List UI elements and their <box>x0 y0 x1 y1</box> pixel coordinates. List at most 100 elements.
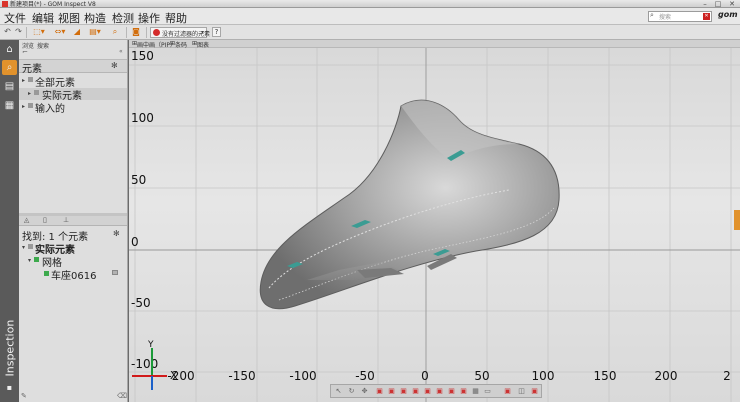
y-tick-label: -100 <box>131 357 158 371</box>
trash-icon[interactable]: ⌫ <box>117 392 127 400</box>
table-icon[interactable]: ▯ <box>43 216 47 224</box>
render-icon[interactable]: ▣ <box>503 387 512 396</box>
x-tick-label: 2 <box>723 369 731 383</box>
search-icon[interactable]: ⌕ <box>2 60 17 75</box>
settings-icon[interactable]: ▪ <box>2 380 17 395</box>
x-tick-label: -150 <box>228 369 255 383</box>
explorer-header: 元素 ✻ <box>19 60 127 75</box>
tab-pip[interactable]: ⊞ 画中画（PIP） <box>132 40 176 49</box>
chevron-down-icon[interactable]: ▾ <box>22 244 25 251</box>
y-tick-label: 150 <box>131 49 154 63</box>
gear-icon[interactable]: ✻ <box>111 61 118 70</box>
maximize-button[interactable]: □ <box>713 0 723 8</box>
gear-icon[interactable]: ✻ <box>113 229 120 238</box>
chevron-down-icon: ▾ <box>200 29 204 36</box>
chevron-right-icon[interactable]: ▸ <box>22 103 25 110</box>
view-top-icon[interactable]: ▣ <box>423 387 432 396</box>
y-tick-label: 100 <box>131 111 154 125</box>
camera-icon[interactable]: ◙ <box>131 27 141 37</box>
window-title: 新建项目(*) - GOM Inspect V8 <box>10 1 96 8</box>
y-tick-label: 0 <box>131 235 139 249</box>
menu-view[interactable]: 视图 <box>58 10 80 26</box>
found-row: 找到: 1 个元素 ✻ <box>21 228 125 243</box>
menu-inspect[interactable]: 检测 <box>112 10 134 26</box>
element-filter-select[interactable]: 没有过滤器的元素 ▾ <box>150 27 210 38</box>
y-axis-label: Y <box>147 340 154 350</box>
pin-icon[interactable]: ⊥ <box>63 216 69 224</box>
collapse-icon[interactable]: « <box>119 48 123 55</box>
rotate-icon[interactable]: ↻ <box>347 387 356 396</box>
tree-item-actual-elements[interactable]: ▸ 实际元素 <box>19 88 127 102</box>
right-panel-handle[interactable] <box>734 210 740 230</box>
view-fit-icon[interactable]: ▣ <box>459 387 468 396</box>
view-left-icon[interactable]: ▣ <box>399 387 408 396</box>
menu-help[interactable]: 帮助 <box>165 10 187 26</box>
cut-tool-icon[interactable]: ◢ <box>72 27 82 37</box>
view-front-icon[interactable]: ▣ <box>375 387 384 396</box>
chevron-right-icon[interactable]: ▸ <box>28 90 31 97</box>
zoom-tool-icon[interactable]: ⌕ <box>110 27 120 37</box>
redo-icon[interactable]: ↷ <box>14 27 23 37</box>
x-tick-label: -50 <box>355 369 375 383</box>
menu-bar: 文件 编辑 视图 构造 检测 操作 帮助 ⌕ 搜索 ✕ <box>0 8 740 25</box>
mesh-icon <box>44 271 49 276</box>
edit-icon[interactable]: ✎ <box>21 392 27 400</box>
3d-viewport[interactable]: ⊞ 画中画（PIP） ⊞ 条码 ⊞ 图表 150 100 50 0 -50 -1… <box>129 40 740 402</box>
folder-icon <box>28 103 33 108</box>
minimize-button[interactable]: – <box>700 0 710 8</box>
chevron-right-icon[interactable]: ▸ <box>22 77 25 84</box>
x-tick-label: 0 <box>421 369 429 383</box>
toolbar-separator <box>126 27 127 38</box>
help-button[interactable]: ? <box>212 27 221 37</box>
tab-chart[interactable]: ⊞ 图表 <box>192 40 209 49</box>
search-box[interactable]: ⌕ 搜索 ✕ <box>648 11 712 22</box>
pan-icon[interactable]: ✥ <box>360 387 369 396</box>
elements-header: 元素 <box>22 64 42 75</box>
workspace-sidebar: ⌂ ⌕ ▤ ▦ Inspection ▪ <box>0 40 19 402</box>
view-back-icon[interactable]: ▣ <box>387 387 396 396</box>
menu-operate[interactable]: 操作 <box>138 10 160 26</box>
folder-icon <box>28 244 33 249</box>
result-item-mesh[interactable]: ▾ 网格 <box>19 255 127 269</box>
snapshot-icon[interactable]: ▣ <box>530 387 539 396</box>
workspace-label[interactable]: Inspection <box>4 317 17 377</box>
ruler-icon[interactable]: ▭ <box>483 387 492 396</box>
view-iso-icon[interactable]: ▣ <box>447 387 456 396</box>
light-icon[interactable]: ◫ <box>517 387 526 396</box>
menu-edit[interactable]: 编辑 <box>32 10 54 26</box>
main-toolbar: ↶ ↷ ⬚▾ ⇔▾ ◢ ▤▾ ⌕ ◙ 没有过滤器的元素 ▾ ? <box>0 25 740 40</box>
tab-barcode[interactable]: ⊞ 条码 <box>170 40 187 49</box>
result-item-saddle-mesh[interactable]: 车座0616 <box>19 268 127 282</box>
saddle-body <box>259 99 560 310</box>
document-icon[interactable]: ▤ <box>2 79 17 94</box>
home-icon[interactable]: ⌂ <box>2 42 17 57</box>
undo-icon[interactable]: ↶ <box>3 27 12 37</box>
visibility-icon[interactable] <box>112 270 118 275</box>
tree-item-imported[interactable]: ▸ 输入的 <box>19 101 127 115</box>
pin-icon[interactable]: ⌐ <box>22 48 28 56</box>
pointer-icon[interactable]: ↖ <box>334 387 343 396</box>
result-item-actual-elements[interactable]: ▾ 实际元素 <box>19 242 127 256</box>
properties-icon[interactable]: ◬ <box>24 216 29 224</box>
tree-item-label: 输入的 <box>35 104 65 115</box>
select-tool-icon[interactable]: ⬚▾ <box>30 27 48 37</box>
grid-icon[interactable]: ▦ <box>2 98 17 113</box>
menu-file[interactable]: 文件 <box>4 10 26 26</box>
align-tool-icon[interactable]: ⇔▾ <box>51 27 69 37</box>
grid-toggle-icon[interactable]: ▦ <box>471 387 480 396</box>
clear-search-icon[interactable]: ✕ <box>703 13 710 20</box>
close-button[interactable]: ✕ <box>727 0 737 8</box>
x-tick-label: 100 <box>532 369 555 383</box>
measure-tool-icon[interactable]: ▤▾ <box>86 27 104 37</box>
saddle-mesh[interactable] <box>259 99 560 310</box>
mesh-icon <box>34 257 39 262</box>
folder-icon <box>28 77 33 82</box>
x-tick-label: -100 <box>289 369 316 383</box>
gom-logo: gom <box>718 10 738 19</box>
tree-item-all-elements[interactable]: ▸ 全部元素 <box>19 75 127 89</box>
chevron-down-icon[interactable]: ▾ <box>28 257 31 264</box>
menu-construct[interactable]: 构造 <box>84 10 106 26</box>
view-right-icon[interactable]: ▣ <box>411 387 420 396</box>
x-axis-label: X <box>170 369 178 382</box>
view-bottom-icon[interactable]: ▣ <box>435 387 444 396</box>
